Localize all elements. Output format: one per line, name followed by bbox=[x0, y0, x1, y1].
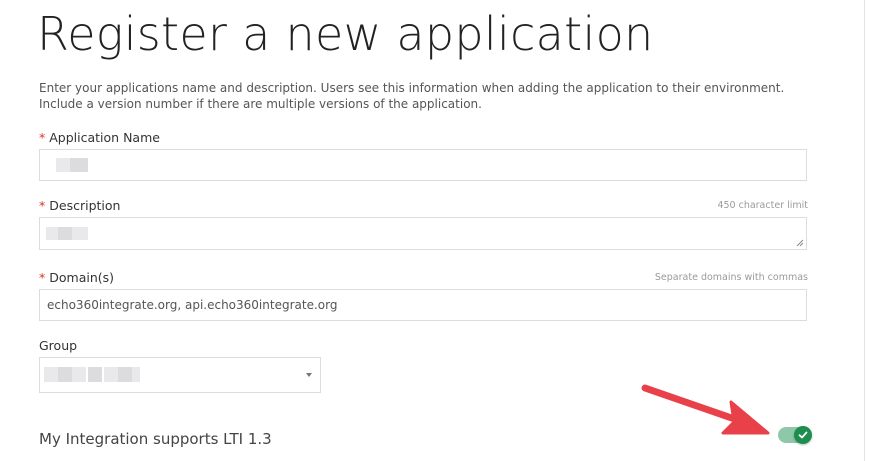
redacted-text bbox=[132, 367, 140, 382]
page-title: Register a new application bbox=[37, 7, 654, 61]
required-marker: * bbox=[39, 270, 46, 285]
redacted-text bbox=[118, 367, 132, 382]
description-char-limit: 450 character limit bbox=[717, 200, 808, 211]
redacted-text bbox=[88, 367, 102, 382]
redacted-text bbox=[70, 158, 88, 172]
redacted-text bbox=[58, 367, 72, 382]
domains-value: echo360integrate.org, api.echo360integra… bbox=[47, 298, 338, 312]
lti-support-toggle[interactable] bbox=[778, 426, 812, 444]
required-marker: * bbox=[39, 198, 46, 213]
resize-grip-icon[interactable] bbox=[796, 239, 804, 247]
domains-hint: Separate domains with commas bbox=[654, 272, 808, 283]
redacted-text bbox=[58, 227, 72, 240]
redacted-text bbox=[72, 367, 86, 382]
toggle-knob bbox=[794, 426, 812, 444]
caret-down-icon bbox=[306, 373, 312, 377]
description-textarea[interactable] bbox=[39, 217, 807, 250]
page-intro: Enter your applications name and descrip… bbox=[39, 81, 785, 111]
description-label-text: Description bbox=[49, 198, 121, 213]
page-edge-divider bbox=[864, 0, 865, 461]
lti-support-label: My Integration supports LTI 1.3 bbox=[39, 430, 272, 448]
description-label: * Description bbox=[39, 198, 120, 214]
domains-label-text: Domain(s) bbox=[49, 270, 115, 285]
required-marker: * bbox=[39, 130, 46, 145]
group-label: Group bbox=[39, 338, 78, 353]
redacted-text bbox=[72, 227, 88, 240]
arrow-icon bbox=[641, 384, 770, 435]
app-name-input[interactable] bbox=[39, 149, 807, 181]
group-select[interactable] bbox=[39, 357, 321, 393]
redacted-text bbox=[104, 367, 118, 382]
domains-input[interactable]: echo360integrate.org, api.echo360integra… bbox=[39, 289, 807, 321]
redacted-text bbox=[56, 158, 70, 172]
check-icon bbox=[798, 431, 808, 439]
redacted-text bbox=[46, 227, 58, 240]
register-app-page: Register a new application Enter your ap… bbox=[0, 0, 869, 461]
redacted-text bbox=[44, 367, 58, 382]
app-name-label-text: Application Name bbox=[49, 130, 160, 145]
domains-label: * Domain(s) bbox=[39, 270, 114, 286]
app-name-label: * Application Name bbox=[39, 130, 160, 146]
